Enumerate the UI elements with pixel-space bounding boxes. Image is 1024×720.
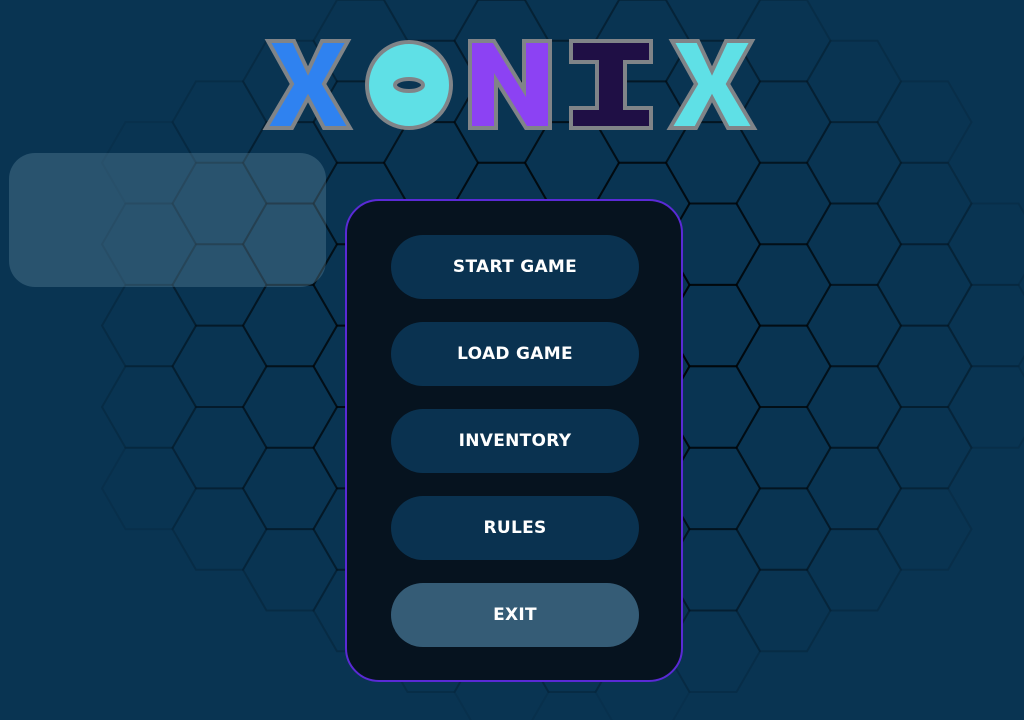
hexagon-cell [382, 121, 480, 205]
hexagon-cell [382, 0, 480, 42]
hexagon-cell [171, 324, 268, 408]
start-game-button[interactable]: START GAME [391, 235, 639, 299]
hexagon-cell [100, 365, 198, 449]
hexagon-cell [805, 283, 903, 368]
hexagon-cell [876, 406, 973, 490]
hexagon-cell [876, 487, 973, 571]
hexagon-cell [805, 202, 903, 286]
hexagon-cell [735, 243, 832, 327]
hexagon-cell [876, 324, 973, 408]
hexagon-cell [523, 0, 621, 42]
logo-letter-i [569, 39, 653, 130]
hexagon-cell [241, 528, 339, 612]
load-game-button[interactable]: LOAD GAME [391, 322, 639, 386]
hexagon-cell [664, 0, 762, 42]
hexagon-cell [946, 365, 1024, 449]
logo-letter-x [262, 39, 354, 130]
main-menu-panel: START GAME LOAD GAME INVENTORY RULES EXI… [345, 199, 683, 682]
hexagon-cell [876, 161, 973, 246]
hexagon-cell [664, 121, 762, 205]
hexagon-cell [805, 365, 903, 449]
hexagon-cell [805, 121, 903, 205]
rules-button[interactable]: RULES [391, 496, 639, 560]
hexagon-cell [171, 80, 268, 164]
hexagon-cell [171, 487, 268, 571]
hexagon-cell [805, 528, 903, 612]
hexagon-cell [876, 243, 973, 327]
hexagon-cell [241, 446, 339, 531]
hexagon-cell [805, 446, 903, 531]
hexagon-cell [735, 324, 832, 408]
hexagon-cell [241, 283, 339, 368]
hexagon-cell [735, 568, 832, 653]
hexagon-cell [100, 446, 198, 531]
logo-letter-o-hole [393, 77, 425, 93]
hexagon-cell [946, 202, 1024, 286]
info-panel [9, 153, 326, 287]
hexagon-cell [100, 283, 198, 368]
hexagon-cell [735, 406, 832, 490]
logo-letter-n [468, 39, 552, 130]
hexagon-cell [735, 161, 832, 246]
game-logo [262, 38, 762, 134]
hexagon-cell [735, 487, 832, 571]
hexagon-cell [523, 121, 621, 205]
xonix-title [262, 39, 758, 130]
hexagon-cell [876, 80, 973, 164]
inventory-button[interactable]: INVENTORY [391, 409, 639, 473]
hexagon-cell [171, 406, 268, 490]
logo-letter-x [666, 39, 758, 130]
hexagon-cell [805, 39, 903, 124]
game-screen: START GAME LOAD GAME INVENTORY RULES EXI… [0, 0, 1024, 720]
hexagon-cell [946, 283, 1024, 368]
exit-button[interactable]: EXIT [391, 583, 639, 647]
hexagon-cell [241, 365, 339, 449]
